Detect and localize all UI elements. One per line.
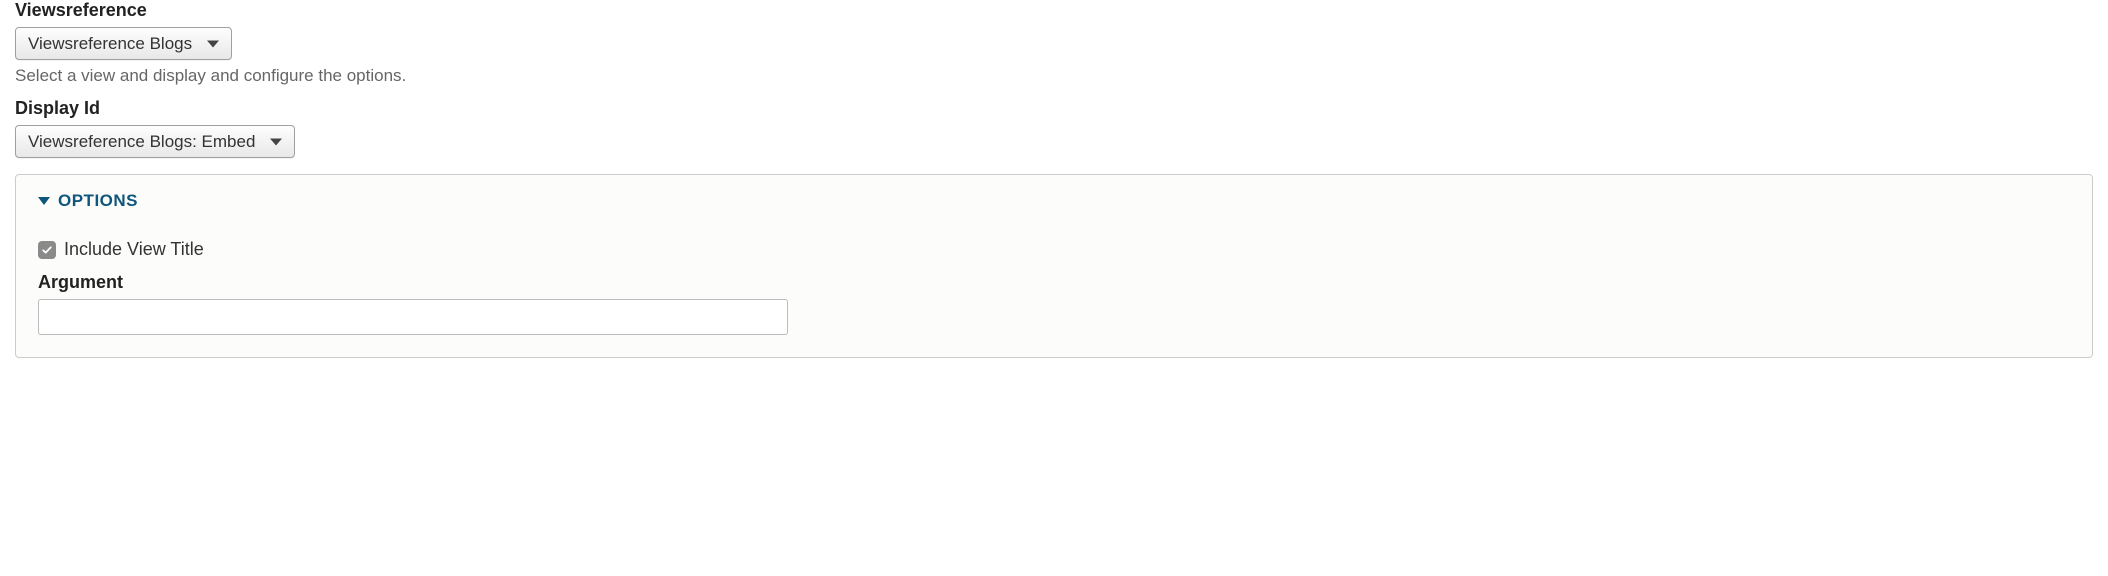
include-view-title-row: Include View Title	[38, 239, 2070, 260]
argument-input[interactable]	[38, 299, 788, 335]
display-id-label: Display Id	[15, 98, 2093, 119]
options-legend-toggle[interactable]: OPTIONS	[38, 191, 138, 211]
display-id-select-wrapper[interactable]: Viewsreference Blogs: Embed	[15, 125, 295, 158]
include-view-title-label[interactable]: Include View Title	[64, 239, 204, 260]
include-view-title-checkbox[interactable]	[38, 241, 56, 259]
options-fieldset: OPTIONS Include View Title Argument	[15, 174, 2093, 358]
viewsreference-select-wrapper[interactable]: Viewsreference Blogs	[15, 27, 232, 60]
argument-field: Argument	[38, 272, 2070, 335]
display-id-field: Display Id Viewsreference Blogs: Embed	[15, 98, 2093, 158]
viewsreference-label: Viewsreference	[15, 0, 2093, 21]
chevron-down-icon	[38, 197, 50, 205]
viewsreference-select[interactable]: Viewsreference Blogs	[16, 28, 231, 59]
argument-label: Argument	[38, 272, 2070, 293]
viewsreference-description: Select a view and display and configure …	[15, 66, 2093, 86]
options-legend-text: OPTIONS	[58, 191, 138, 211]
display-id-select[interactable]: Viewsreference Blogs: Embed	[16, 126, 294, 157]
viewsreference-field: Viewsreference Viewsreference Blogs Sele…	[15, 0, 2093, 86]
check-icon	[41, 244, 53, 256]
